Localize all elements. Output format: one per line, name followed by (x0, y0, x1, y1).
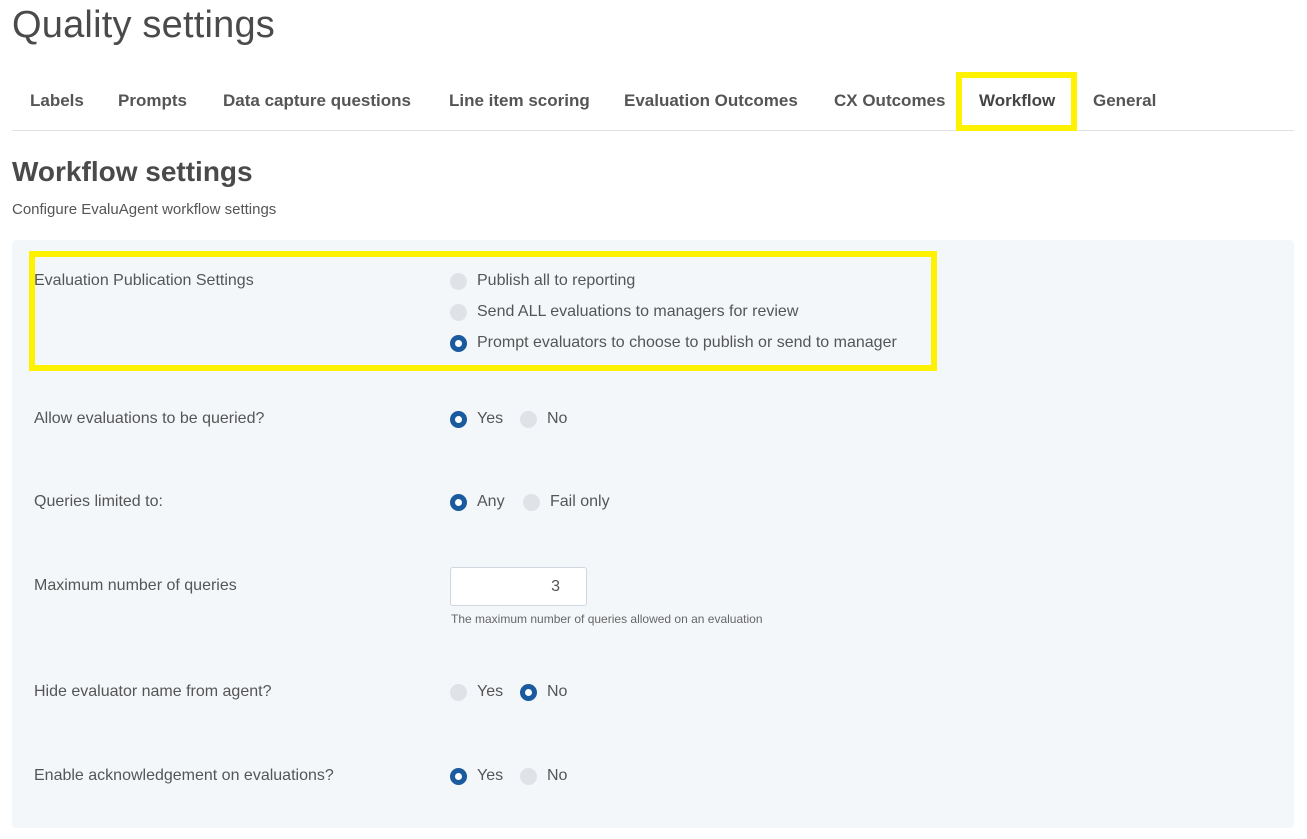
acknowledgement-label: Enable acknowledgement on evaluations? (34, 767, 334, 784)
queries-limited-fail-only-radio[interactable]: Fail only (523, 493, 610, 511)
radio-unchecked-icon (523, 493, 540, 511)
settings-tabs: Labels Prompts Data capture questions Li… (12, 72, 1294, 131)
tab-line-item-scoring[interactable]: Line item scoring (449, 72, 590, 130)
radio-checked-icon (450, 410, 467, 428)
hide-evaluator-label: Hide evaluator name from agent? (34, 683, 272, 700)
acknowledgement-no-radio[interactable]: No (520, 767, 567, 785)
allow-query-label: Allow evaluations to be queried? (34, 410, 265, 427)
tab-prompts[interactable]: Prompts (118, 72, 187, 130)
radio-checked-icon (450, 493, 467, 511)
radio-checked-icon (450, 767, 467, 785)
tab-data-capture-questions[interactable]: Data capture questions (223, 72, 411, 130)
hide-evaluator-no-radio[interactable]: No (520, 683, 567, 701)
tab-labels[interactable]: Labels (30, 72, 84, 130)
max-queries-hint: The maximum number of queries allowed on… (451, 612, 763, 626)
radio-unchecked-icon (520, 767, 537, 785)
section-description: Configure EvaluAgent workflow settings (12, 201, 277, 218)
page-title: Quality settings (12, 4, 275, 46)
radio-unchecked-icon (520, 410, 537, 428)
radio-unchecked-icon (450, 683, 467, 701)
max-queries-label: Maximum number of queries (34, 577, 237, 594)
publication-settings-highlight (29, 251, 937, 371)
tab-evaluation-outcomes[interactable]: Evaluation Outcomes (624, 72, 798, 130)
tab-cx-outcomes[interactable]: CX Outcomes (834, 72, 945, 130)
hide-evaluator-yes-radio[interactable]: Yes (450, 683, 503, 701)
allow-query-yes-radio[interactable]: Yes (450, 410, 503, 428)
radio-checked-icon (520, 683, 537, 701)
tab-general[interactable]: General (1093, 72, 1156, 130)
allow-query-no-radio[interactable]: No (520, 410, 567, 428)
acknowledgement-yes-radio[interactable]: Yes (450, 767, 503, 785)
section-title: Workflow settings (12, 156, 253, 187)
queries-limited-any-radio[interactable]: Any (450, 493, 505, 511)
max-queries-input[interactable] (450, 567, 587, 606)
queries-limited-label: Queries limited to: (34, 493, 163, 510)
workflow-tab-highlight (956, 72, 1077, 131)
